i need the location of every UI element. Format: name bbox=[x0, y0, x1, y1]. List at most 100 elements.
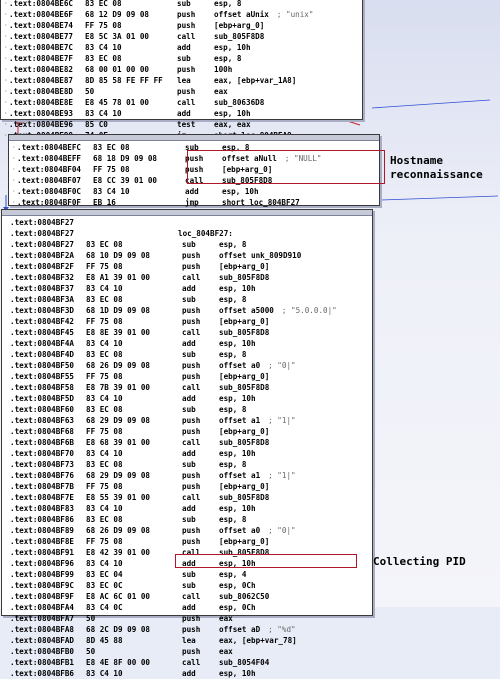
operand[interactable]: esp, 0Ch bbox=[219, 602, 256, 613]
operand[interactable]: eax, [ebp+var_78] bbox=[219, 635, 297, 646]
code-line[interactable]: · .text:0804BE8D 50 push eax bbox=[4, 86, 362, 97]
code-line[interactable]: .text:0804BF83 83 C4 10 add esp, 10h bbox=[5, 503, 372, 514]
code-line[interactable]: .text:0804BFB1 E8 4E 8F 00 00 call sub_8054… bbox=[5, 657, 372, 668]
operand[interactable]: esp, 10h bbox=[214, 108, 251, 119]
code-line[interactable]: .text:0804BF3A 83 EC 08 sub esp, 8 bbox=[5, 294, 372, 305]
code-line[interactable]: .text:0804BFA4 83 C4 0C add esp, 0Ch bbox=[5, 602, 372, 613]
code-line[interactable]: .text:0804BFB6 83 C4 10 add esp, 10h bbox=[5, 668, 372, 679]
code-line[interactable]: .text:0804BF55 FF 75 08 push [ebp+arg_0] bbox=[5, 371, 372, 382]
operand[interactable]: eax bbox=[219, 613, 233, 624]
operand[interactable]: esp, 8 bbox=[219, 239, 246, 250]
operand[interactable]: 100h bbox=[214, 64, 232, 75]
code-line[interactable]: .text:0804BF45 E8 8E 39 01 00 call sub_805F… bbox=[5, 327, 372, 338]
code-line[interactable]: · .text:0804BE93 83 C4 10 add esp, 10h bbox=[4, 108, 362, 119]
code-line[interactable]: · .text:0804BE7F 83 EC 08 sub esp, 8 bbox=[4, 53, 362, 64]
operand[interactable]: [ebp+arg_0] bbox=[219, 371, 269, 382]
operand[interactable]: [ebp+arg_0] bbox=[219, 261, 269, 272]
code-line[interactable]: .text:0804BF8E FF 75 08 push [ebp+arg_0] bbox=[5, 536, 372, 547]
operand[interactable]: sub_805F8D8 bbox=[219, 272, 269, 283]
operand[interactable]: esp, 8 bbox=[219, 514, 246, 525]
operand[interactable]: esp, 8 bbox=[214, 53, 241, 64]
operand[interactable]: [ebp+arg_0] bbox=[214, 20, 264, 31]
code-line[interactable]: .text:0804BF63 68 29 D9 09 08 push offset a… bbox=[5, 415, 372, 426]
operand[interactable]: offset a0 bbox=[219, 525, 260, 536]
code-line[interactable]: .text:0804BF60 83 EC 08 sub esp, 8 bbox=[5, 404, 372, 415]
code-line[interactable]: .text:0804BF9C 83 EC 0C sub esp, 0Ch bbox=[5, 580, 372, 591]
operand[interactable]: eax bbox=[214, 86, 228, 97]
code-line[interactable]: .text:0804BF42 FF 75 08 push [ebp+arg_0] bbox=[5, 316, 372, 327]
operand[interactable]: [ebp+arg_0] bbox=[219, 316, 269, 327]
operand[interactable]: offset unk_809D910 bbox=[219, 250, 301, 261]
operand[interactable]: [ebp+arg_0] bbox=[219, 481, 269, 492]
code-line[interactable]: .text:0804BF68 FF 75 08 push [ebp+arg_0] bbox=[5, 426, 372, 437]
operand[interactable]: sub_805F8D8 bbox=[219, 327, 269, 338]
code-line[interactable]: · .text:0804BE82 68 00 01 00 00 push 100h bbox=[4, 64, 362, 75]
operand[interactable]: esp, 8 bbox=[219, 294, 246, 305]
operand[interactable]: offset a1 bbox=[219, 415, 260, 426]
code-line[interactable]: .text:0804BF5D 83 C4 10 add esp, 10h bbox=[5, 393, 372, 404]
code-line[interactable]: · .text:0804BE8E E8 45 78 01 00 call sub_806… bbox=[4, 97, 362, 108]
operand[interactable]: esp, 10h bbox=[219, 393, 256, 404]
code-line[interactable]: .text:0804BF32 E8 A1 39 01 00 call sub_805F… bbox=[5, 272, 372, 283]
code-line[interactable]: .text:0804BF73 83 EC 08 sub esp, 8 bbox=[5, 459, 372, 470]
operand[interactable]: sub_8054F04 bbox=[219, 657, 269, 668]
operand[interactable]: esp, 10h bbox=[214, 42, 251, 53]
operand[interactable]: [ebp+arg_0] bbox=[219, 426, 269, 437]
code-line[interactable]: .text:0804BF27 bbox=[5, 217, 372, 228]
operand[interactable]: esp, 10h bbox=[219, 283, 256, 294]
operand[interactable]: esp, 8 bbox=[219, 459, 246, 470]
code-line[interactable]: .text:0804BF4D 83 EC 08 sub esp, 8 bbox=[5, 349, 372, 360]
operand[interactable]: sub_80636D8 bbox=[214, 97, 264, 108]
operand[interactable]: [ebp+arg_0] bbox=[219, 536, 269, 547]
operand[interactable]: esp, 8 bbox=[219, 349, 246, 360]
code-line[interactable]: .text:0804BF70 83 C4 10 add esp, 10h bbox=[5, 448, 372, 459]
operand[interactable]: esp, 10h bbox=[222, 186, 259, 197]
code-line[interactable]: .text:0804BF2F FF 75 08 push [ebp+arg_0] bbox=[5, 261, 372, 272]
operand[interactable]: offset aD bbox=[219, 624, 260, 635]
code-line[interactable]: · .text:0804BE6F 68 12 D9 09 08 push offset … bbox=[4, 9, 362, 20]
operand[interactable]: esp, 10h bbox=[219, 503, 256, 514]
operand[interactable]: offset aUnix bbox=[214, 9, 269, 20]
operand[interactable]: esp, 10h bbox=[219, 668, 256, 679]
code-line[interactable]: .text:0804BF6B E8 68 39 01 00 call sub_805F… bbox=[5, 437, 372, 448]
operand[interactable]: esp, 4 bbox=[219, 569, 246, 580]
operand[interactable]: sub_805F8D8 bbox=[219, 382, 269, 393]
operand[interactable]: sub_8062C50 bbox=[219, 591, 269, 602]
code-line[interactable]: .text:0804BFA7 50 push eax bbox=[5, 613, 372, 624]
code-label[interactable]: loc_804BF27: bbox=[178, 228, 233, 239]
code-line[interactable]: .text:0804BF7E E8 55 39 01 00 call sub_805F… bbox=[5, 492, 372, 503]
operand[interactable]: sub_805F8D8 bbox=[219, 437, 269, 448]
code-line[interactable]: .text:0804BF86 83 EC 08 sub esp, 8 bbox=[5, 514, 372, 525]
code-line[interactable]: .text:0804BF50 68 26 D9 09 08 push offset a… bbox=[5, 360, 372, 371]
operand[interactable]: offset a0 bbox=[219, 360, 260, 371]
operand[interactable]: esp, 10h bbox=[219, 448, 256, 459]
code-line[interactable]: .text:0804BF3D 68 1D D9 09 08 push offset a… bbox=[5, 305, 372, 316]
code-line[interactable]: · .text:0804BE6C 83 EC 08 sub esp, 8 bbox=[4, 0, 362, 9]
code-line[interactable]: .text:0804BF37 83 C4 10 add esp, 10h bbox=[5, 283, 372, 294]
code-line[interactable]: .text:0804BFB0 50 push eax bbox=[5, 646, 372, 657]
operand[interactable]: short loc_804BF27 bbox=[222, 197, 300, 208]
code-line[interactable]: .text:0804BF9F E8 AC 6C 01 00 call sub_8062… bbox=[5, 591, 372, 602]
code-line[interactable]: .text:0804BF99 83 EC 04 sub esp, 4 bbox=[5, 569, 372, 580]
operand[interactable]: esp, 8 bbox=[214, 0, 241, 9]
operand[interactable]: offset a5000 bbox=[219, 305, 274, 316]
code-block-1[interactable]: · .text:0804BE6C 83 EC 08 sub esp, 8 · .text:0… bbox=[0, 0, 363, 140]
operand[interactable]: eax bbox=[219, 646, 233, 657]
code-line[interactable]: .text:0804BF76 68 29 D9 09 08 push offset a… bbox=[5, 470, 372, 481]
code-line[interactable]: · .text:0804BF0C 83 C4 10 add esp, 10h bbox=[12, 186, 379, 197]
code-line[interactable]: .text:0804BF58 E8 7B 39 01 00 call sub_805F… bbox=[5, 382, 372, 393]
operand[interactable]: esp, 0Ch bbox=[219, 580, 256, 591]
code-line[interactable]: .text:0804BFA8 68 2C D9 09 08 push offset a… bbox=[5, 624, 372, 635]
code-line[interactable]: .text:0804BF4A 83 C4 10 add esp, 10h bbox=[5, 338, 372, 349]
code-line[interactable]: .text:0804BF2A 68 10 D9 09 08 push offset u… bbox=[5, 250, 372, 261]
code-line[interactable]: · .text:0804BE87 8D 85 58 FE FF FF lea eax, … bbox=[4, 75, 362, 86]
code-line[interactable]: · .text:0804BF0F EB 16 jmp short loc_804BF27 bbox=[12, 197, 379, 208]
operand[interactable]: eax, [ebp+var_1A8] bbox=[214, 75, 296, 86]
operand[interactable]: esp, 10h bbox=[219, 338, 256, 349]
operand[interactable]: sub_805F8D8 bbox=[219, 492, 269, 503]
code-line[interactable]: .text:0804BF27 loc_804BF27: bbox=[5, 228, 372, 239]
code-line[interactable]: .text:0804BF89 68 26 D9 09 08 push offset a… bbox=[5, 525, 372, 536]
operand[interactable]: offset a1 bbox=[219, 470, 260, 481]
code-line[interactable]: · .text:0804BE7C 83 C4 10 add esp, 10h bbox=[4, 42, 362, 53]
code-line[interactable]: · .text:0804BE77 E8 5C 3A 01 00 call sub_805… bbox=[4, 31, 362, 42]
